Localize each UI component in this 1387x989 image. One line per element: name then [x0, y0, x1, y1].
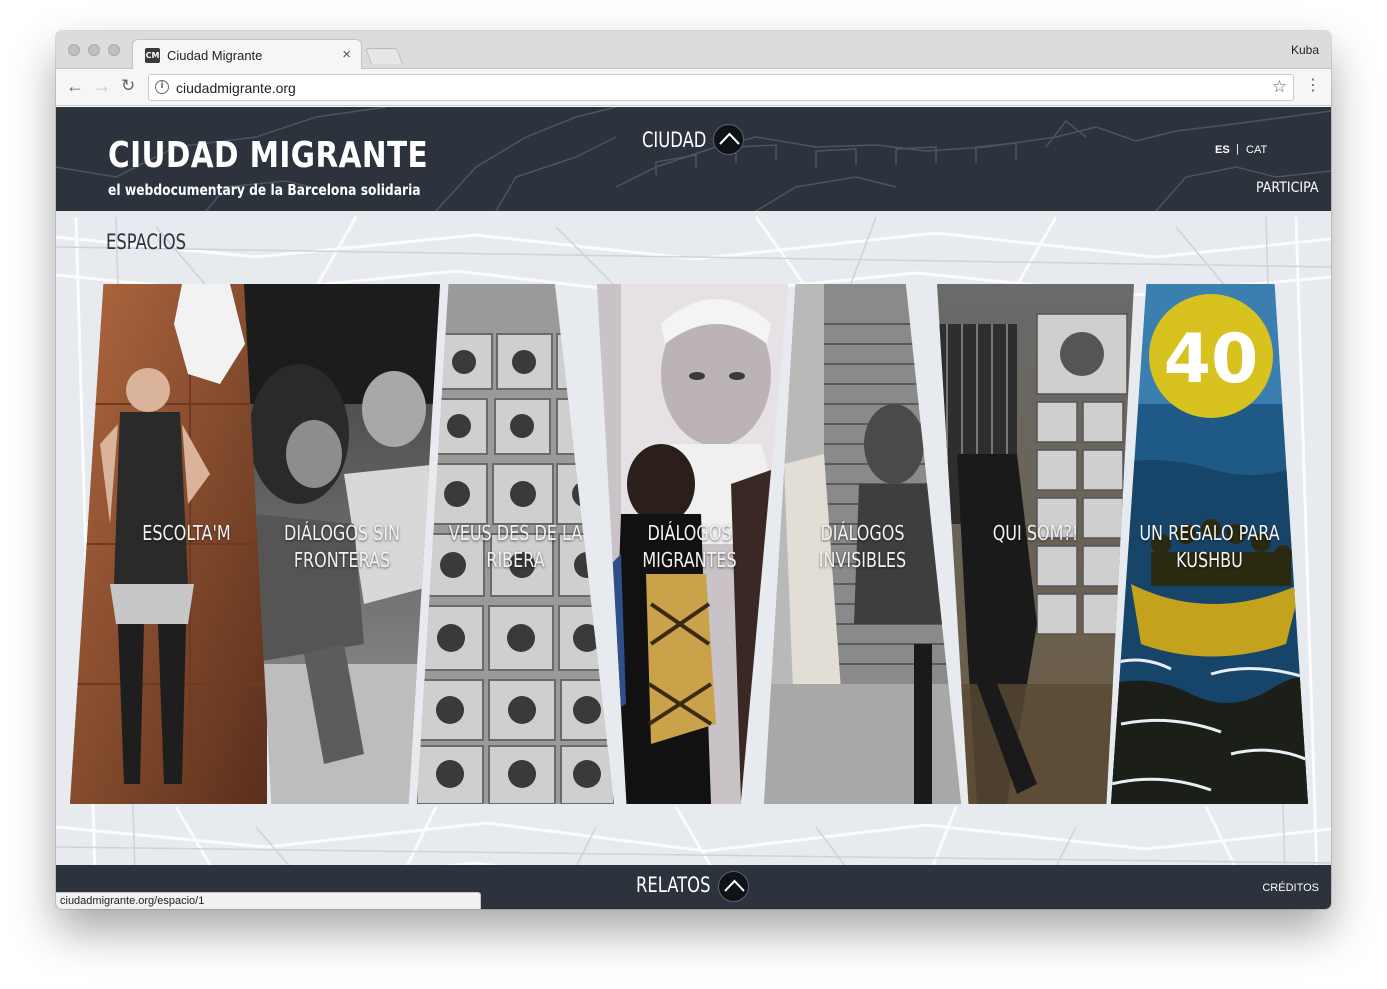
favicon-icon: CM [145, 48, 160, 63]
window-close-icon[interactable] [68, 44, 80, 56]
svg-text:40: 40 [1164, 320, 1259, 399]
espacio-panel-dialogos-sin-fronteras[interactable]: DIÁLOGOS SIN FRONTERAS [244, 284, 440, 804]
browser-tab-bar: CM Ciudad Migrante × Kuba [56, 31, 1331, 70]
panel-label: UN REGALO PARA KUSHBU [1139, 521, 1280, 572]
espacio-panel-escoltam[interactable]: ESCOLTA'M [70, 284, 267, 804]
tab-title: Ciudad Migrante [167, 48, 263, 63]
panel-label: DIÁLOGOS INVISIBLES [818, 521, 907, 572]
info-icon[interactable]: i [155, 80, 169, 94]
reload-icon[interactable]: ↻ [121, 77, 135, 95]
participa-link[interactable]: PARTICIPA [1256, 180, 1319, 196]
panel-label: DIÁLOGOS MIGRANTES [642, 521, 737, 572]
relatos-toggle-button[interactable] [718, 871, 749, 902]
window-minimize-icon[interactable] [88, 44, 100, 56]
espacio-panel-qui-som[interactable]: QUI SOM?! [937, 284, 1134, 804]
site-logo-title[interactable]: CIUDAD MIGRANTE [108, 135, 428, 176]
forward-arrow-icon[interactable]: → [93, 77, 111, 95]
browser-menu-icon[interactable]: ⋮ [1305, 75, 1321, 94]
web-page: CIUDAD MIGRANTE el webdocumentary de la … [56, 107, 1331, 909]
url-text[interactable]: ciudadmigrante.org [176, 80, 296, 96]
chevron-up-icon [724, 879, 745, 892]
address-bar[interactable]: i ciudadmigrante.org ☆ [148, 74, 1294, 101]
browser-tab[interactable]: CM Ciudad Migrante × [132, 39, 362, 70]
profile-name[interactable]: Kuba [1291, 43, 1319, 57]
back-arrow-icon[interactable]: ← [66, 77, 84, 95]
lang-cat-link[interactable]: CAT [1246, 144, 1267, 156]
tab-close-icon[interactable]: × [342, 46, 351, 63]
browser-toolbar: ← → ↻ i ciudadmigrante.org ☆ ⋮ [56, 69, 1331, 106]
lang-separator: | [1236, 143, 1239, 155]
panel-label: DIÁLOGOS SIN FRONTERAS [284, 521, 400, 572]
panel-label: VEUS DES DE LA RIBERA [448, 521, 583, 572]
browser-window: CM Ciudad Migrante × Kuba ← → ↻ i ciudad… [56, 31, 1331, 909]
ciudad-toggle-button[interactable] [713, 124, 744, 155]
relatos-nav-label[interactable]: RELATOS [636, 873, 710, 897]
status-bar-url: ciudadmigrante.org/espacio/1 [56, 892, 481, 909]
chevron-up-icon [719, 132, 740, 145]
site-header: CIUDAD MIGRANTE el webdocumentary de la … [56, 107, 1331, 211]
lang-es-link[interactable]: ES [1215, 144, 1230, 156]
window-zoom-icon[interactable] [108, 44, 120, 56]
section-title: ESPACIOS [106, 230, 187, 254]
site-logo-subtitle: el webdocumentary de la Barcelona solida… [108, 181, 421, 199]
creditos-link[interactable]: CRÉDITOS [1262, 882, 1319, 894]
panel-label: QUI SOM?! [992, 521, 1079, 545]
panel-label: ESCOLTA'M [142, 521, 231, 545]
new-tab-button[interactable] [365, 48, 403, 64]
ciudad-nav-label[interactable]: CIUDAD [642, 128, 706, 152]
bookmark-star-icon[interactable]: ☆ [1272, 77, 1287, 97]
